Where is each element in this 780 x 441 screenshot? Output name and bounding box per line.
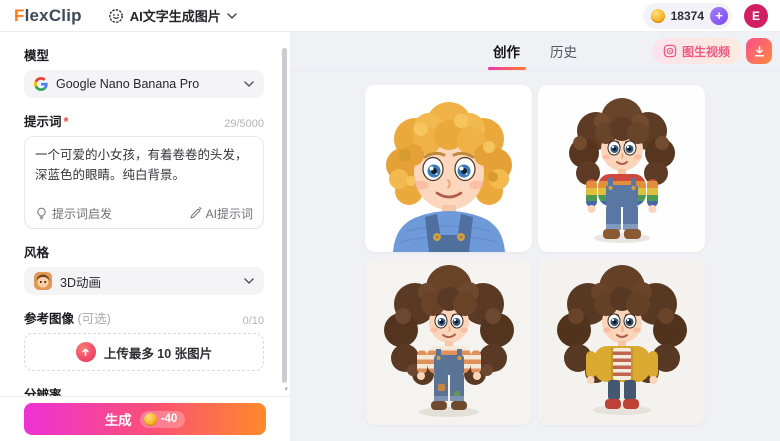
tab-create-label: 创作 <box>493 45 520 60</box>
logo-text: lexClip <box>24 5 82 25</box>
girl-portrait-illustration <box>386 102 512 252</box>
download-button[interactable] <box>746 38 772 64</box>
model-select[interactable]: Google Nano Banana Pro <box>24 70 264 98</box>
app-root: FlexClip AI文字生成图片 18374 + E 模型 Google Na… <box>0 0 780 441</box>
chevron-down-icon <box>244 81 254 87</box>
generate-footer: 生成 -40 <box>0 396 290 441</box>
flexclip-logo[interactable]: FlexClip <box>14 6 82 26</box>
ai-tool-badge-icon <box>108 8 124 24</box>
ai-pen-icon <box>189 207 202 220</box>
prompt-label: 提示词 * <box>24 115 69 129</box>
reference-counter: 0/10 <box>242 315 264 327</box>
credits-balance: 18374 <box>670 8 704 23</box>
ai-prompt-label: AI提示词 <box>205 207 253 221</box>
model-value: Google Nano Banana Pro <box>56 77 200 91</box>
upload-label: 上传最多 10 张图片 <box>103 346 213 361</box>
prompt-inspire-button[interactable]: 提示词启发 <box>35 205 112 222</box>
ai-prompt-button[interactable]: AI提示词 <box>189 205 253 222</box>
girl-overalls-illustration <box>384 265 514 417</box>
tool-switcher[interactable]: AI文字生成图片 <box>108 6 237 25</box>
active-tab-indicator <box>487 67 526 70</box>
scrollbar-thumb[interactable] <box>282 48 287 383</box>
download-icon <box>753 45 766 58</box>
google-icon <box>34 77 48 91</box>
girl-rainbow-illustration <box>569 98 675 243</box>
reference-label: 参考图像 (可选) <box>24 312 111 326</box>
image-to-video-label: 图生视频 <box>681 44 730 59</box>
add-credits-button[interactable]: + <box>710 6 728 25</box>
prompt-inspire-label: 提示词启发 <box>52 207 113 221</box>
prompt-box: 一个可爱的小女孩，有着卷卷的头发，深蓝色的眼睛。纯白背景。 提示词启发 AI提示… <box>24 136 264 229</box>
style-label: 风格 <box>24 246 50 260</box>
upload-icon <box>75 342 96 362</box>
tab-create[interactable]: 创作 <box>487 32 526 70</box>
generated-image-4[interactable] <box>538 258 705 425</box>
tool-switcher-label: AI文字生成图片 <box>129 9 221 24</box>
required-asterisk: * <box>63 115 69 129</box>
results-grid-wrap <box>290 71 780 441</box>
resolution-label: 分辨率 <box>24 388 62 396</box>
header-actions: 图生视频 <box>651 32 772 70</box>
generate-label: 生成 <box>104 413 132 428</box>
scrollbar-caret-icon: ▾ <box>284 386 288 393</box>
style-thumbnail <box>34 272 52 290</box>
results-area: 创作 历史 图生视频 <box>290 32 780 441</box>
style-value: 3D动画 <box>60 275 101 290</box>
tabs: 创作 历史 <box>487 32 579 70</box>
credits-pill[interactable]: 18374 + <box>642 2 732 29</box>
reference-optional: (可选) <box>77 312 111 326</box>
results-header: 创作 历史 图生视频 <box>290 32 780 71</box>
tab-history[interactable]: 历史 <box>548 32 579 70</box>
chevron-down-icon <box>227 12 237 19</box>
generate-cost-pill: -40 <box>139 410 186 428</box>
avatar[interactable]: E <box>744 3 768 28</box>
generate-cost: -40 <box>160 413 178 425</box>
settings-panel: 模型 Google Nano Banana Pro 提示词 * 29/5000 一… <box>0 32 290 441</box>
logo-letter-f: F <box>14 5 25 25</box>
tab-history-label: 历史 <box>550 45 577 60</box>
settings-form: 模型 Google Nano Banana Pro 提示词 * 29/5000 一… <box>0 32 290 396</box>
panel-scrollbar[interactable] <box>282 48 287 383</box>
coin-icon <box>650 8 665 23</box>
image-to-video-button[interactable]: 图生视频 <box>651 38 741 64</box>
image-play-icon <box>663 44 677 58</box>
results-grid <box>365 85 705 441</box>
chevron-down-icon <box>244 278 254 284</box>
upload-dropzone[interactable]: 上传最多 10 张图片 <box>24 333 264 371</box>
content-area: 模型 Google Nano Banana Pro 提示词 * 29/5000 一… <box>0 32 780 441</box>
generate-button[interactable]: 生成 -40 <box>24 403 266 435</box>
girl-cardigan-illustration <box>557 265 687 415</box>
generated-image-2[interactable] <box>538 85 705 252</box>
top-bar: FlexClip AI文字生成图片 18374 + E <box>0 0 780 32</box>
prompt-input[interactable]: 一个可爱的小女孩，有着卷卷的头发，深蓝色的眼睛。纯白背景。 <box>35 145 253 202</box>
lightbulb-icon <box>35 207 48 220</box>
coin-icon <box>143 412 157 426</box>
prompt-counter: 29/5000 <box>224 118 264 130</box>
generated-image-1[interactable] <box>365 85 532 252</box>
generated-image-3[interactable] <box>365 258 532 425</box>
style-select[interactable]: 3D动画 <box>24 267 264 295</box>
model-label: 模型 <box>24 49 50 63</box>
